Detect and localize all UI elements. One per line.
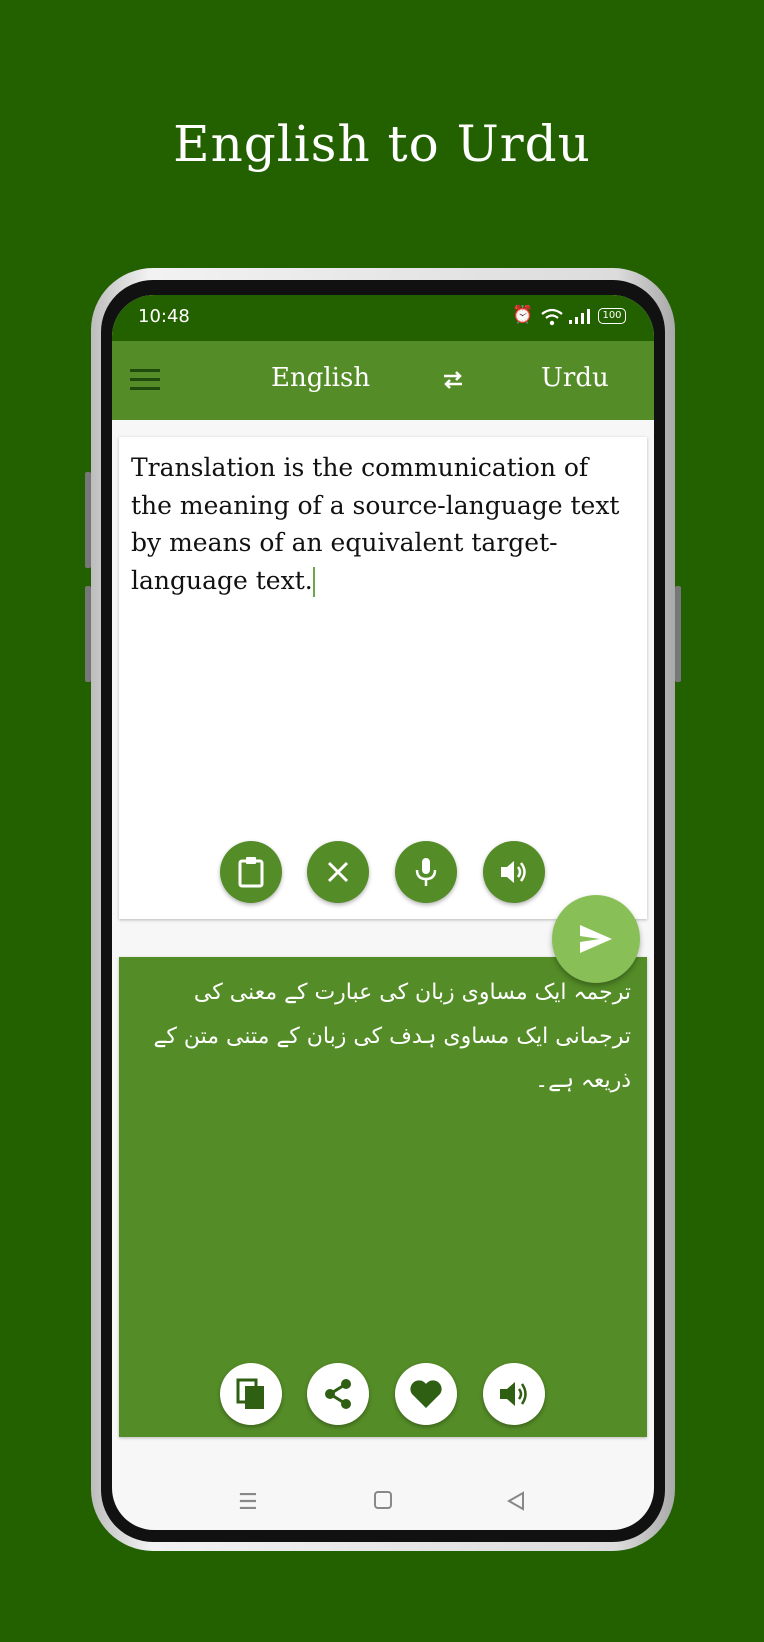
mic-button[interactable] <box>395 841 457 903</box>
battery-icon: 100 <box>598 308 626 324</box>
promo-title: English to Urdu <box>173 115 591 173</box>
share-icon <box>325 1379 351 1409</box>
app-bar: English Urdu <box>112 341 654 420</box>
favorite-icon <box>410 1380 442 1408</box>
target-language-button[interactable]: Urdu <box>541 363 609 393</box>
translate-button[interactable] <box>552 895 640 983</box>
nav-back-icon[interactable] <box>507 1491 525 1511</box>
input-card: Translation is the communication of the … <box>119 437 647 919</box>
clear-button[interactable] <box>307 841 369 903</box>
volume-button <box>85 472 91 568</box>
mic-icon <box>415 858 437 886</box>
nav-home-icon[interactable] <box>374 1491 392 1509</box>
favorite-button[interactable] <box>395 1363 457 1425</box>
speaker-icon <box>501 861 526 883</box>
status-time: 10:48 <box>138 306 190 327</box>
screen: 10:48 ⏰ 100 English Urdu Translation is … <box>112 295 654 1530</box>
swap-icon[interactable] <box>441 368 465 392</box>
speak-output-button[interactable] <box>483 1363 545 1425</box>
power-button <box>675 586 681 682</box>
clear-icon <box>327 861 349 883</box>
source-text: Translation is the communication of the … <box>131 453 620 595</box>
speaker-icon <box>500 1382 527 1406</box>
copy-button[interactable] <box>220 1363 282 1425</box>
signal-icon <box>569 309 590 324</box>
speak-input-button[interactable] <box>483 841 545 903</box>
nav-recents-icon[interactable]: ☰ <box>238 1490 258 1515</box>
text-caret <box>312 567 315 597</box>
paste-button[interactable] <box>220 841 282 903</box>
wifi-icon <box>541 308 563 326</box>
copy-icon <box>236 1378 264 1409</box>
menu-icon[interactable] <box>130 369 160 391</box>
share-button[interactable] <box>307 1363 369 1425</box>
volume-button <box>85 586 91 682</box>
status-bar: 10:48 ⏰ 100 <box>112 295 654 341</box>
output-card: ترجمہ ایک مساوی زبان کی عبارت کے معنی کی… <box>119 957 647 1437</box>
clipboard-icon <box>238 857 264 888</box>
source-language-button[interactable]: English <box>271 363 370 393</box>
translated-text: ترجمہ ایک مساوی زبان کی عبارت کے معنی کی… <box>153 980 631 1093</box>
source-text-input[interactable]: Translation is the communication of the … <box>131 449 631 599</box>
alarm-icon: ⏰ <box>512 305 534 325</box>
send-icon <box>580 925 612 953</box>
battery-level: 100 <box>602 310 622 321</box>
